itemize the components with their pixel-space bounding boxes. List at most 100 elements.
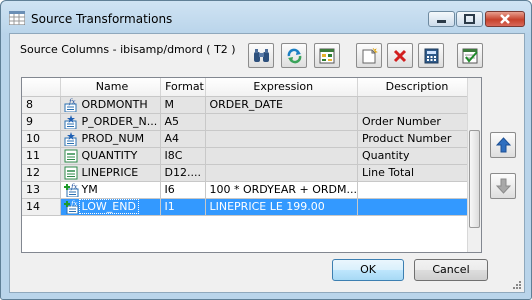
row-number: 14 [22,198,61,216]
move-up-button[interactable] [490,132,516,158]
delete-icon [393,49,407,63]
minimize-icon [437,20,446,23]
new-column-button[interactable] [356,43,382,68]
fx-field-icon: fx [64,98,76,112]
maximize-button[interactable] [456,11,483,27]
expression-cell[interactable]: 100 * ORDYEAR + ORDM... [205,181,358,199]
arrow-down-icon [496,178,511,194]
delete-button[interactable] [387,43,413,68]
key-field-icon [64,131,76,146]
new-fx-field-icon: fx [63,200,78,214]
name-cell[interactable]: fx LOW_END [60,198,161,216]
table-row[interactable]: 10 PROD_NUM A4 Product Number [22,130,473,148]
columns-table: Name Format Expression Description 8 fx … [22,78,473,216]
format-cell[interactable]: I8C [160,147,206,165]
column-name: LINEPRICE [81,166,139,179]
name-cell[interactable]: fx ORDMONTH [60,96,161,114]
format-cell[interactable]: D12.... [160,164,206,182]
format-cell[interactable]: I6 [160,181,206,199]
name-cell[interactable]: fx YM [60,181,161,199]
vertical-scroll-thumb[interactable] [469,130,480,228]
row-number: 8 [22,96,61,114]
expression-cell[interactable] [205,164,358,182]
format-cell[interactable]: A5 [160,113,206,131]
window-title: Source Transformations [31,12,173,26]
column-name: PROD_NUM [81,132,145,145]
ok-button[interactable]: OK [332,259,404,281]
description-cell[interactable] [357,181,473,199]
binoculars-icon [254,49,269,62]
expression-cell[interactable]: LINEPRICE LE 199.00 [205,198,358,216]
calculator-icon [424,48,439,64]
title-bar[interactable]: Source Transformations [1,1,531,33]
column-header-rownum [22,78,61,97]
app-icon [9,11,25,25]
column-name: YM [81,183,98,196]
description-cell[interactable] [357,96,473,114]
description-cell[interactable]: Order Number [357,113,473,131]
spreadsheet-icon [319,48,335,64]
expression-cell[interactable]: ORDER_DATE [205,96,358,114]
columns-grid[interactable]: Name Format Expression Description 8 fx … [21,77,482,253]
move-down-button[interactable] [490,173,516,199]
svg-text:fx: fx [70,200,78,208]
source-columns-label: Source Columns - ibisamp/dmord ( T2 ) [20,43,236,56]
maximize-icon [464,14,475,24]
column-header-description[interactable]: Description [357,78,473,97]
expression-cell[interactable] [205,130,358,148]
table-row[interactable]: 8 fx ORDMONTH M ORDER_DATE [22,96,473,114]
description-cell[interactable] [357,198,473,216]
description-cell[interactable]: Quantity [357,147,473,165]
column-name: LOW_END [78,199,139,214]
new-document-icon [362,48,378,64]
name-cell[interactable]: P_ORDER_N... [60,113,161,131]
row-number: 9 [22,113,61,131]
refresh-button[interactable] [281,43,307,68]
cancel-button[interactable]: Cancel [414,259,488,281]
close-button[interactable] [485,11,525,27]
resize-grip-icon[interactable] [512,280,522,290]
description-cell[interactable]: Product Number [357,130,473,148]
column-header-name[interactable]: Name [60,78,161,97]
column-name: QUANTITY [81,149,138,162]
column-name: ORDMONTH [81,98,148,111]
table-row[interactable]: 9 P_ORDER_N... A5 Order Number [22,113,473,131]
vertical-scrollbar[interactable] [467,78,481,252]
format-cell[interactable]: M [160,96,206,114]
format-cell[interactable]: I1 [160,198,206,216]
header-row: Name Format Expression Description [22,78,473,97]
column-header-expression[interactable]: Expression [205,78,358,97]
minimize-button[interactable] [428,11,455,27]
table-row[interactable]: 13 fx YM I6 100 * ORDYEAR + ORDM... [22,181,473,199]
name-cell[interactable]: QUANTITY [60,147,161,165]
find-button[interactable] [248,43,274,68]
table-row[interactable]: 11 QUANTITY I8C Quantity [22,147,473,165]
sheet-button[interactable] [314,43,340,68]
svg-text:fx: fx [68,98,76,106]
arrow-up-icon [496,137,511,153]
table-row[interactable]: 12 LINEPRICE D12.... Line Total [22,164,473,182]
expression-cell[interactable] [205,147,358,165]
name-cell[interactable]: PROD_NUM [60,130,161,148]
key-field-icon [64,114,76,129]
column-name: P_ORDER_N... [81,115,158,128]
row-number: 11 [22,147,61,165]
row-number: 13 [22,181,61,199]
table-row-selected[interactable]: 14 fx LOW_END I1 LINEPRICE LE 199.00 [22,198,473,216]
svg-text:fx: fx [70,183,78,191]
checklist-icon [462,48,478,64]
measure-field-icon [64,166,77,179]
measure-field-icon [64,149,77,162]
dialog-window: Source Transformations Source Columns - … [0,0,532,300]
row-number: 12 [22,164,61,182]
calculator-button[interactable] [418,43,444,68]
expression-cell[interactable] [205,113,358,131]
verify-button[interactable] [457,43,483,68]
description-cell[interactable]: Line Total [357,164,473,182]
close-icon [500,14,510,24]
column-header-format[interactable]: Format [160,78,206,97]
format-cell[interactable]: A4 [160,130,206,148]
row-number: 10 [22,130,61,148]
refresh-icon [287,48,302,64]
name-cell[interactable]: LINEPRICE [60,164,161,182]
